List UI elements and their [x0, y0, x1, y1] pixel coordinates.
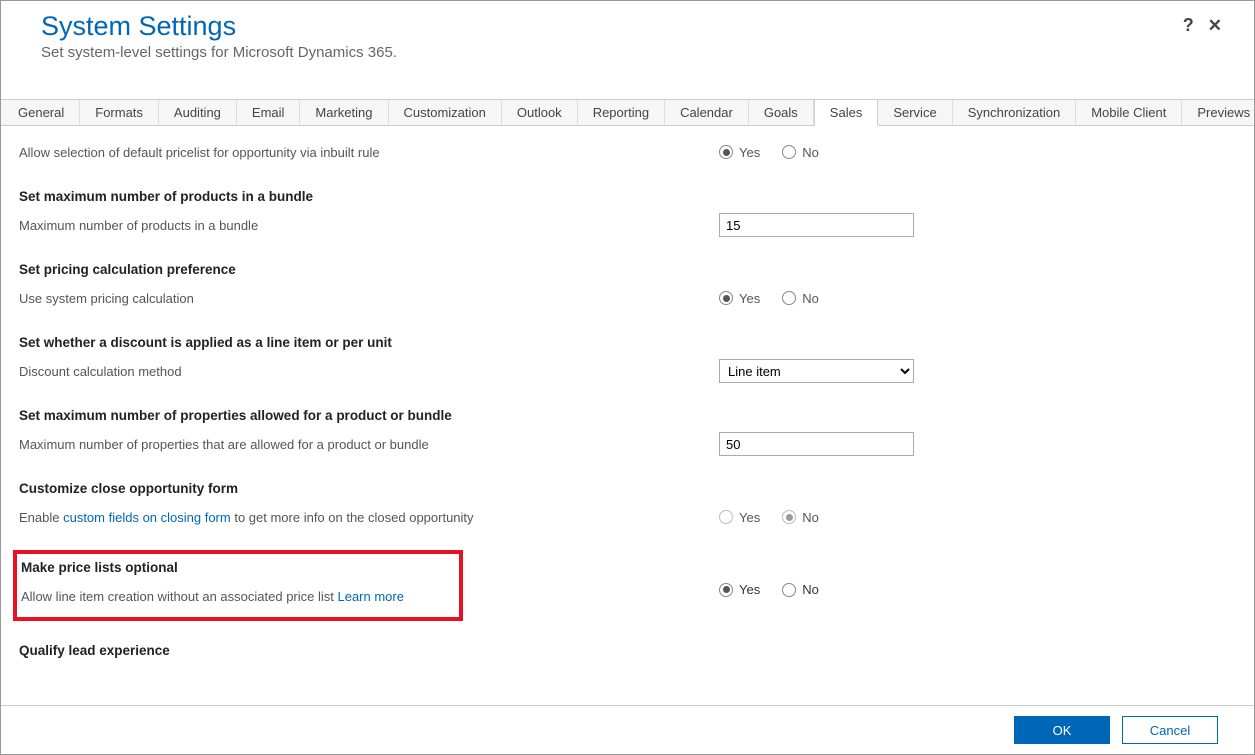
content-area[interactable]: Set whether the default pricelist for an… — [1, 126, 1254, 705]
label-discount: Discount calculation method — [19, 364, 719, 379]
radio-pricelists-no[interactable]: No — [782, 582, 819, 597]
tab-sales[interactable]: Sales — [814, 100, 879, 126]
tab-mobile-client[interactable]: Mobile Client — [1076, 100, 1182, 125]
section-title-max-properties: Set maximum number of properties allowed… — [19, 408, 1236, 423]
radio-pricing-yes[interactable]: Yes — [719, 291, 760, 306]
radio-pricelists-yes[interactable]: Yes — [719, 582, 760, 597]
tabbar: General Formats Auditing Email Marketing… — [1, 99, 1254, 126]
link-learn-more-price-lists[interactable]: Learn more — [337, 589, 403, 604]
section-title-close-opp: Customize close opportunity form — [19, 481, 1236, 496]
tab-general[interactable]: General — [3, 100, 80, 125]
tab-goals[interactable]: Goals — [749, 100, 814, 125]
radio-closeopp-no[interactable]: No — [782, 510, 819, 525]
radio-pricing-no[interactable]: No — [782, 291, 819, 306]
system-settings-dialog: System Settings Set system-level setting… — [0, 0, 1255, 755]
input-max-bundle[interactable] — [719, 213, 914, 237]
label-close-opp: Enable custom fields on closing form to … — [19, 510, 719, 525]
tab-reporting[interactable]: Reporting — [578, 100, 665, 125]
tab-formats[interactable]: Formats — [80, 100, 159, 125]
label-max-properties: Maximum number of properties that are al… — [19, 437, 719, 452]
tab-marketing[interactable]: Marketing — [300, 100, 388, 125]
section-title-default-pricelist: Set whether the default pricelist for an… — [19, 126, 1236, 131]
tab-outlook[interactable]: Outlook — [502, 100, 578, 125]
tab-previews[interactable]: Previews — [1182, 100, 1255, 125]
dialog-footer: OK Cancel — [1, 705, 1254, 754]
ok-button[interactable]: OK — [1014, 716, 1110, 744]
section-title-price-lists-optional: Make price lists optional — [17, 560, 459, 575]
help-icon[interactable]: ? — [1183, 15, 1194, 36]
label-default-pricelist: Allow selection of default pricelist for… — [19, 145, 719, 160]
close-icon[interactable]: ✕ — [1208, 16, 1222, 36]
link-custom-fields-closing-form[interactable]: custom fields on closing form — [63, 510, 231, 525]
tab-synchronization[interactable]: Synchronization — [953, 100, 1077, 125]
highlight-make-price-lists-optional: Make price lists optional Allow line ite… — [13, 550, 463, 621]
tab-service[interactable]: Service — [878, 100, 952, 125]
dialog-header: System Settings Set system-level setting… — [1, 1, 1254, 69]
input-max-properties[interactable] — [719, 432, 914, 456]
section-title-pricing-pref: Set pricing calculation preference — [19, 262, 1236, 277]
cancel-button[interactable]: Cancel — [1122, 716, 1218, 744]
radio-default-pricelist-no[interactable]: No — [782, 145, 819, 160]
page-subtitle: Set system-level settings for Microsoft … — [41, 44, 1214, 61]
label-max-bundle: Maximum number of products in a bundle — [19, 218, 719, 233]
section-title-qualify-lead: Qualify lead experience — [19, 643, 1236, 658]
radio-default-pricelist-yes[interactable]: Yes — [719, 145, 760, 160]
section-title-discount: Set whether a discount is applied as a l… — [19, 335, 1236, 350]
tab-auditing[interactable]: Auditing — [159, 100, 237, 125]
radio-closeopp-yes[interactable]: Yes — [719, 510, 760, 525]
tab-calendar[interactable]: Calendar — [665, 100, 749, 125]
label-pricing-pref: Use system pricing calculation — [19, 291, 719, 306]
tab-customization[interactable]: Customization — [389, 100, 502, 125]
page-title: System Settings — [41, 11, 1214, 42]
section-title-max-bundle: Set maximum number of products in a bund… — [19, 189, 1236, 204]
tab-email[interactable]: Email — [237, 100, 301, 125]
select-discount-method[interactable]: Line item — [719, 359, 914, 383]
